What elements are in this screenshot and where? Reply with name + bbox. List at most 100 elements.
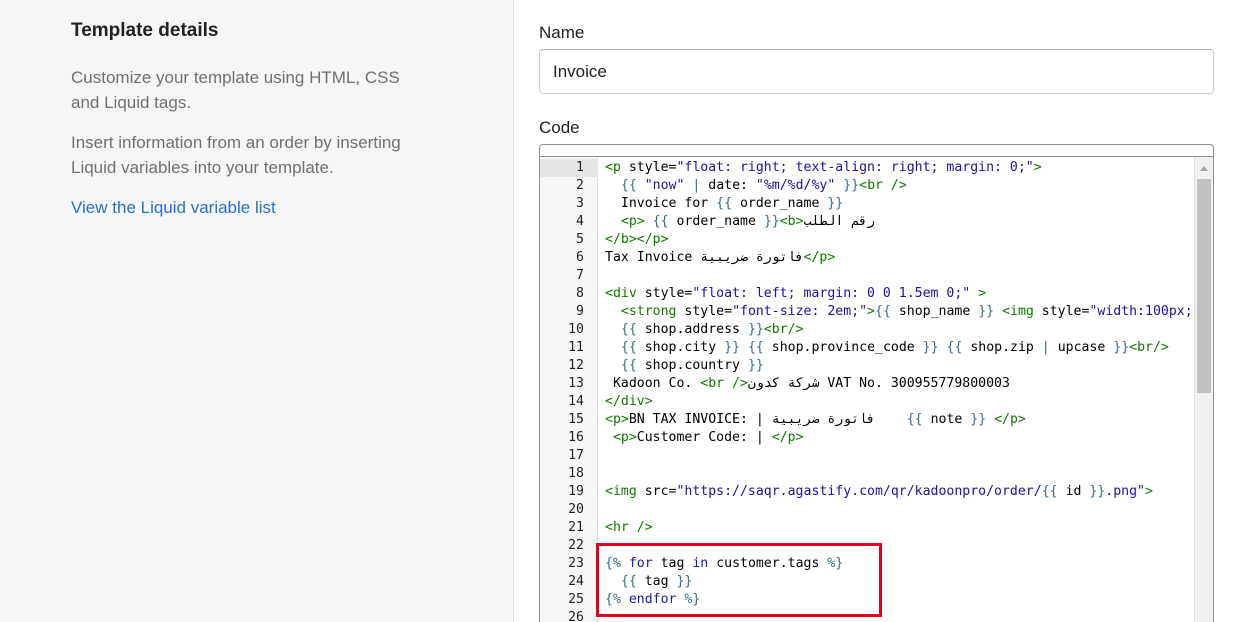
code-line[interactable]: 7 xyxy=(540,267,1195,285)
code-line[interactable]: 12 {{ shop.country }} xyxy=(540,357,1195,375)
code-token: shop_name xyxy=(898,304,971,319)
code-token: shop.city xyxy=(644,340,717,355)
line-number: 23 xyxy=(568,556,584,571)
code-line-text[interactable]: <img src="https://saqr.agastify.com/qr/k… xyxy=(598,483,1195,501)
code-line[interactable]: 14 </div> xyxy=(540,393,1195,411)
line-number: 8 xyxy=(576,286,584,301)
code-token: note xyxy=(930,412,963,427)
code-token: "float: left; margin: 0 0 1.5em 0;" xyxy=(692,286,971,301)
code-token: }} xyxy=(1105,340,1130,355)
code-line[interactable]: 4 <p> {{ order_name }}<b>رقم الطلب xyxy=(540,213,1195,231)
code-line[interactable]: 16 <p>Customer Code: | </p> xyxy=(540,429,1195,447)
line-number: 11 xyxy=(568,340,584,355)
description-liquid: Insert information from an order by inse… xyxy=(71,133,401,177)
code-line[interactable]: 6 Tax Invoice فاتورة ضريبية</p> xyxy=(540,249,1195,267)
scrollbar-thumb[interactable] xyxy=(1197,179,1211,393)
code-line-text[interactable]: {{ shop.address }}<br/> xyxy=(598,321,1195,339)
code-token: }} xyxy=(755,214,780,229)
code-line-text[interactable]: <hr /> xyxy=(598,519,1195,537)
code-token: | xyxy=(684,178,709,193)
code-token: <br/> xyxy=(1129,340,1169,355)
line-number: 7 xyxy=(576,268,584,283)
code-line[interactable]: 2 {{ "now" | date: "%m/%d/%y" }}<br /> xyxy=(540,177,1195,195)
code-token: shop.zip xyxy=(970,340,1034,355)
line-number: 26 xyxy=(568,610,584,622)
code-token: Invoice for xyxy=(605,196,717,211)
code-line-text[interactable]: {{ shop.city }} {{ shop.province_code }}… xyxy=(598,339,1195,357)
code-token: | xyxy=(1033,340,1058,355)
code-line-text[interactable]: <strong style="font-size: 2em;">{{ shop_… xyxy=(598,303,1195,321)
code-line-text[interactable]: {{ "now" | date: "%m/%d/%y" }}<br /> xyxy=(598,177,1195,195)
line-number: 5 xyxy=(576,232,584,247)
scroll-up-arrow-icon[interactable] xyxy=(1200,166,1208,171)
line-number: 9 xyxy=(576,304,584,319)
code-token: <hr /> xyxy=(605,520,653,535)
code-line[interactable]: 20 xyxy=(540,501,1195,519)
code-line-text[interactable]: </b></p> xyxy=(598,231,1195,249)
code-line-text[interactable]: <p> {{ order_name }}<b>رقم الطلب xyxy=(598,213,1195,231)
code-line-text[interactable]: </div> xyxy=(598,393,1195,411)
code-line-text[interactable] xyxy=(598,267,1195,285)
code-line[interactable]: 19 <img src="https://saqr.agastify.com/qr… xyxy=(540,483,1195,501)
template-details-section: Template details Customize your template… xyxy=(71,18,431,220)
line-number: 24 xyxy=(568,574,584,589)
code-line-text[interactable]: {{ shop.country }} xyxy=(598,357,1195,375)
code-editor-toolbar xyxy=(539,144,1214,156)
code-line-text[interactable]: Tax Invoice فاتورة ضريبية</p> xyxy=(598,249,1195,267)
template-form-card: Name Code 1<p style="float: right; text-… xyxy=(513,0,1248,622)
section-title: Template details xyxy=(71,20,219,41)
code-token: Customer Code: | xyxy=(636,430,772,445)
code-line-text[interactable]: Kadoon Co. <br />شركة كدون VAT No. 30095… xyxy=(598,375,1195,393)
code-token: <strong xyxy=(620,304,685,319)
code-line-text[interactable]: <p style="float: right; text-align: righ… xyxy=(598,159,1195,177)
code-token: <br/> xyxy=(763,322,804,337)
description-html-css: Customize your template using HTML, CSS … xyxy=(71,68,400,112)
code-line[interactable]: 21 <hr /> xyxy=(540,519,1195,537)
code-line-text[interactable] xyxy=(598,447,1195,465)
code-line[interactable]: 5 </b></p> xyxy=(540,231,1195,249)
code-line[interactable]: 17 xyxy=(540,447,1195,465)
code-token: shop.country xyxy=(644,358,740,373)
code-line-text[interactable]: Invoice for {{ order_name }} xyxy=(598,195,1195,213)
name-input[interactable] xyxy=(539,49,1214,94)
code-token: {{ xyxy=(620,322,645,337)
line-number: 14 xyxy=(568,394,584,409)
code-token: "https://saqr.agastify.com/qr/kadoonpro/… xyxy=(676,484,1042,499)
vertical-scrollbar[interactable] xyxy=(1194,157,1213,622)
code-line-text[interactable]: <p>Customer Code: | </p> xyxy=(598,429,1195,447)
code-line-text[interactable] xyxy=(598,465,1195,483)
liquid-variable-list-link[interactable]: View the Liquid variable list xyxy=(71,195,431,220)
code-line[interactable]: 3 Invoice for {{ order_name }} xyxy=(540,195,1195,213)
code-token: </p> xyxy=(771,430,804,445)
line-number: 12 xyxy=(568,358,584,373)
code-line[interactable]: 10 {{ shop.address }}<br/> xyxy=(540,321,1195,339)
code-line[interactable]: 13 Kadoon Co. <br />شركة كدون VAT No. 30… xyxy=(540,375,1195,393)
code-line-text[interactable]: <div style="float: left; margin: 0 0 1.5… xyxy=(598,285,1195,303)
code-token: {{ xyxy=(620,178,645,193)
line-number: 19 xyxy=(568,484,584,499)
code-token: }} xyxy=(914,340,939,355)
code-token: <p> xyxy=(612,430,637,445)
code-token: > xyxy=(1144,484,1153,499)
code-line[interactable]: 9 <strong style="font-size: 2em;">{{ sho… xyxy=(540,303,1195,321)
code-line[interactable]: 8 <div style="float: left; margin: 0 0 1.… xyxy=(540,285,1195,303)
code-token: <img xyxy=(605,484,645,499)
code-line[interactable]: 11 {{ shop.city }} {{ shop.province_code… xyxy=(540,339,1195,357)
code-line[interactable]: 18 xyxy=(540,465,1195,483)
code-line-text[interactable] xyxy=(598,501,1195,519)
code-token: </p> xyxy=(803,250,836,265)
line-number: 15 xyxy=(568,412,584,427)
code-token: src= xyxy=(644,484,677,499)
code-line[interactable]: 15 <p>BN TAX INVOICE: | فاتورة ضريبية {{ … xyxy=(540,411,1195,429)
code-token: <p> xyxy=(620,214,645,229)
code-line[interactable]: 1 <p style="float: right; text-align: rig… xyxy=(540,159,1195,177)
code-line-text[interactable]: <p>BN TAX INVOICE: | فاتورة ضريبية {{ no… xyxy=(598,411,1195,429)
line-number: 2 xyxy=(576,178,584,193)
code-token: <br /> xyxy=(700,376,748,391)
code-token: style= xyxy=(684,304,733,319)
